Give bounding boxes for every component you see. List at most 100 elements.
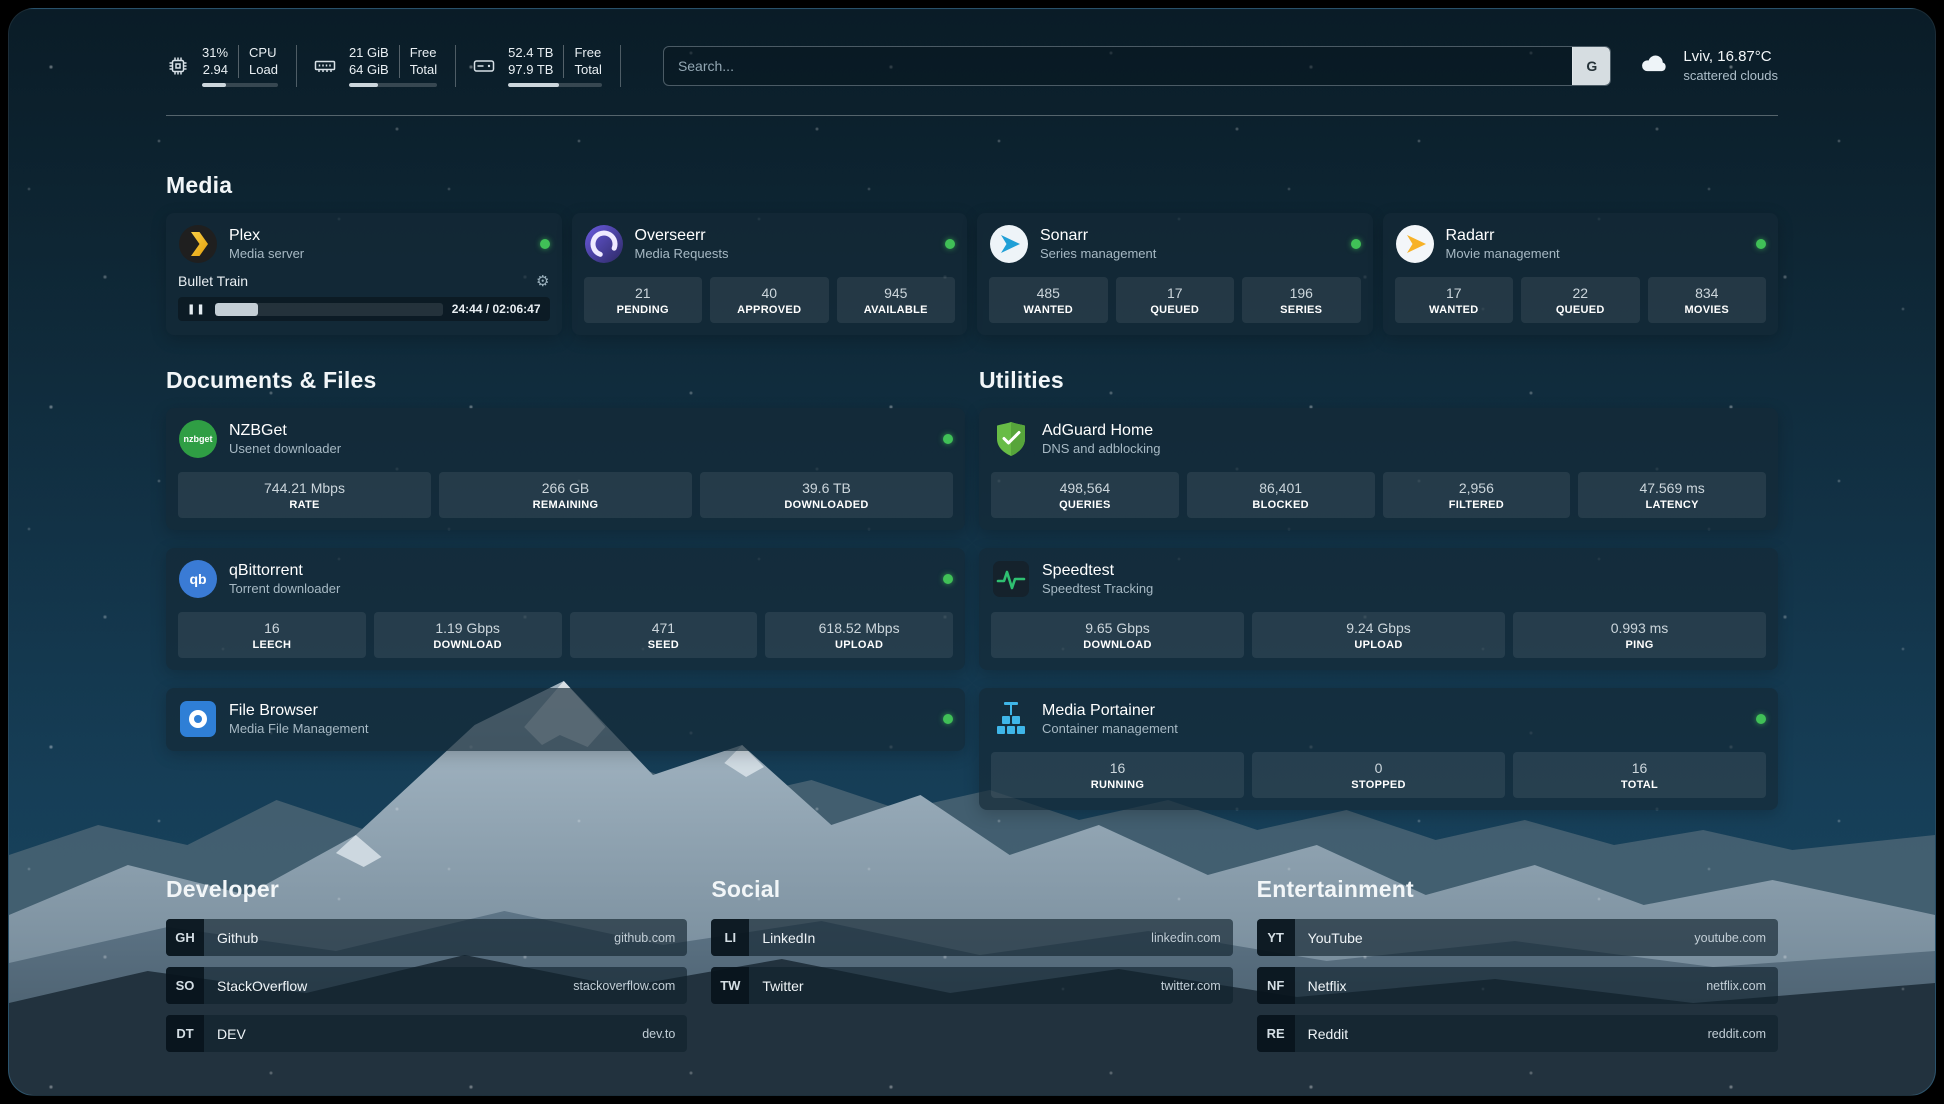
bookmark-url: linkedin.com	[1151, 919, 1232, 956]
entertainment-column: Entertainment YT YouTube youtube.com NF …	[1257, 876, 1778, 1052]
bookmark-linkedin[interactable]: LI LinkedIn linkedin.com	[711, 919, 1232, 956]
stat-value: 485	[993, 285, 1104, 301]
filebrowser-card-header: File Browser Media File Management	[178, 699, 953, 739]
bookmark-twitter[interactable]: TW Twitter twitter.com	[711, 967, 1232, 1004]
stat-label: DOWNLOADED	[704, 499, 949, 511]
gear-icon[interactable]: ⚙	[536, 274, 549, 289]
header-divider	[166, 115, 1778, 116]
bookmark-stackoverflow[interactable]: SO StackOverflow stackoverflow.com	[166, 967, 687, 1004]
stat-label: FILTERED	[1387, 499, 1567, 511]
nzbget-stats: 744.21 Mbps RATE 266 GB REMAINING 39.6 T…	[178, 459, 953, 518]
plex-card[interactable]: Plex Media server Bullet Train ⚙ ❚❚	[166, 213, 562, 335]
ram-label-bottom: Total	[410, 62, 437, 79]
stat-value: 744.21 Mbps	[182, 480, 427, 496]
stat-label: LATENCY	[1582, 499, 1762, 511]
portainer-card[interactable]: Media Portainer Container management 16 …	[979, 688, 1778, 810]
plex-card-header: Plex Media server	[178, 224, 550, 264]
app-meta: File Browser Media File Management	[229, 701, 368, 737]
stat-value: 47.569 ms	[1582, 480, 1762, 496]
app-meta: Speedtest Speedtest Tracking	[1042, 561, 1153, 597]
ram-label-top: Free	[410, 45, 437, 62]
ram-icon	[313, 54, 337, 78]
bookmark-url: netflix.com	[1706, 967, 1778, 1004]
bookmark-abbr: GH	[166, 919, 204, 956]
stat-value: 16	[995, 760, 1240, 776]
bookmark-abbr: SO	[166, 967, 204, 1004]
documents-column: Documents & Files nzbget NZBGet Usenet d…	[166, 367, 965, 810]
portainer-stats: 16 RUNNING 0 STOPPED 16 TOTAL	[991, 739, 1766, 798]
stat-latency: 47.569 ms LATENCY	[1578, 472, 1766, 518]
overseerr-card[interactable]: Overseerr Media Requests 21 PENDING 40 A…	[572, 213, 968, 335]
bookmark-reddit[interactable]: RE Reddit reddit.com	[1257, 1015, 1778, 1052]
playback-progressbar[interactable]	[215, 303, 443, 316]
stat-wanted: 17 WANTED	[1395, 277, 1514, 323]
stat-label: QUERIES	[995, 499, 1175, 511]
playback-bar: ❚❚ 24:44 / 02:06:47	[178, 297, 550, 321]
stat-approved: 40 APPROVED	[710, 277, 829, 323]
stat-value: 16	[182, 620, 362, 636]
status-online-dot	[943, 434, 953, 444]
pause-icon[interactable]: ❚❚	[187, 304, 206, 315]
bookmark-url: twitter.com	[1161, 967, 1233, 1004]
cpu-readout: 31% 2.94 CPU Load	[202, 45, 278, 88]
stat-label: UPLOAD	[769, 639, 949, 651]
stat-value: 17	[1399, 285, 1510, 301]
stat-value: 498,564	[995, 480, 1175, 496]
app-meta: Overseerr Media Requests	[635, 226, 729, 262]
bookmark-github[interactable]: GH Github github.com	[166, 919, 687, 956]
app-subtitle: Series management	[1040, 246, 1156, 262]
ram-progressbar	[349, 83, 437, 87]
adguard-stats: 498,564 QUERIES 86,401 BLOCKED 2,956 FIL…	[991, 459, 1766, 518]
nzbget-card[interactable]: nzbget NZBGet Usenet downloader 744.21 M…	[166, 408, 965, 530]
status-online-dot	[943, 714, 953, 724]
social-column: Social LI LinkedIn linkedin.com TW Twitt…	[711, 876, 1232, 1052]
cpu-load: 2.94	[203, 62, 228, 79]
utilities-column: Utilities AdGuard Home DNS and adblockin…	[979, 367, 1778, 810]
app-subtitle: Media Requests	[635, 246, 729, 262]
stat-value: 86,401	[1191, 480, 1371, 496]
qbittorrent-card[interactable]: qb qBittorrent Torrent downloader 16 LEE…	[166, 548, 965, 670]
bookmark-youtube[interactable]: YT YouTube youtube.com	[1257, 919, 1778, 956]
weather-location: Lviv, 16.87°C	[1683, 47, 1778, 67]
app-name: qBittorrent	[229, 561, 340, 581]
social-section-title: Social	[711, 876, 1232, 903]
media-section: Media Plex Media server	[166, 172, 1778, 335]
disk-metric: 52.4 TB 97.9 TB Free Total	[472, 45, 621, 88]
ram-progress-fill	[349, 83, 378, 87]
search-engine-button[interactable]: G	[1572, 47, 1610, 85]
adguard-card[interactable]: AdGuard Home DNS and adblocking 498,564 …	[979, 408, 1778, 530]
sonarr-card-header: Sonarr Series management	[989, 224, 1361, 264]
status-online-dot	[943, 574, 953, 584]
system-metrics: 31% 2.94 CPU Load	[166, 45, 637, 88]
radarr-card[interactable]: Radarr Movie management 17 WANTED 22 QUE…	[1383, 213, 1779, 335]
bookmark-name: StackOverflow	[204, 967, 307, 1004]
filebrowser-card[interactable]: File Browser Media File Management	[166, 688, 965, 751]
playback-time: 24:44 / 02:06:47	[452, 302, 541, 316]
stat-label: MOVIES	[1652, 304, 1763, 316]
stat-ping: 0.993 ms PING	[1513, 612, 1766, 658]
bookmark-name: Github	[204, 919, 258, 956]
stat-value: 266 GB	[443, 480, 688, 496]
bookmark-abbr: YT	[1257, 919, 1295, 956]
bookmark-name: Netflix	[1295, 967, 1347, 1004]
stat-label: BLOCKED	[1191, 499, 1371, 511]
cpu-progress-fill	[202, 83, 226, 87]
stat-movies: 834 MOVIES	[1648, 277, 1767, 323]
bookmark-netflix[interactable]: NF Netflix netflix.com	[1257, 967, 1778, 1004]
qbittorrent-icon: qb	[178, 559, 218, 599]
bookmark-dev[interactable]: DT DEV dev.to	[166, 1015, 687, 1052]
speedtest-card[interactable]: Speedtest Speedtest Tracking 9.65 Gbps D…	[979, 548, 1778, 670]
bookmark-name: Twitter	[749, 967, 803, 1004]
svg-text:qb: qb	[189, 571, 206, 587]
stat-downloaded: 39.6 TB DOWNLOADED	[700, 472, 953, 518]
speedtest-card-header: Speedtest Speedtest Tracking	[991, 559, 1766, 599]
sonarr-card[interactable]: Sonarr Series management 485 WANTED 17 Q…	[977, 213, 1373, 335]
stat-value: 0	[1256, 760, 1501, 776]
stat-seed: 471 SEED	[570, 612, 758, 658]
stat-label: SERIES	[1246, 304, 1357, 316]
app-name: File Browser	[229, 701, 368, 721]
cpu-icon	[166, 54, 190, 78]
search-input[interactable]	[664, 47, 1572, 85]
app-name: Sonarr	[1040, 226, 1156, 246]
stat-value: 21	[588, 285, 699, 301]
